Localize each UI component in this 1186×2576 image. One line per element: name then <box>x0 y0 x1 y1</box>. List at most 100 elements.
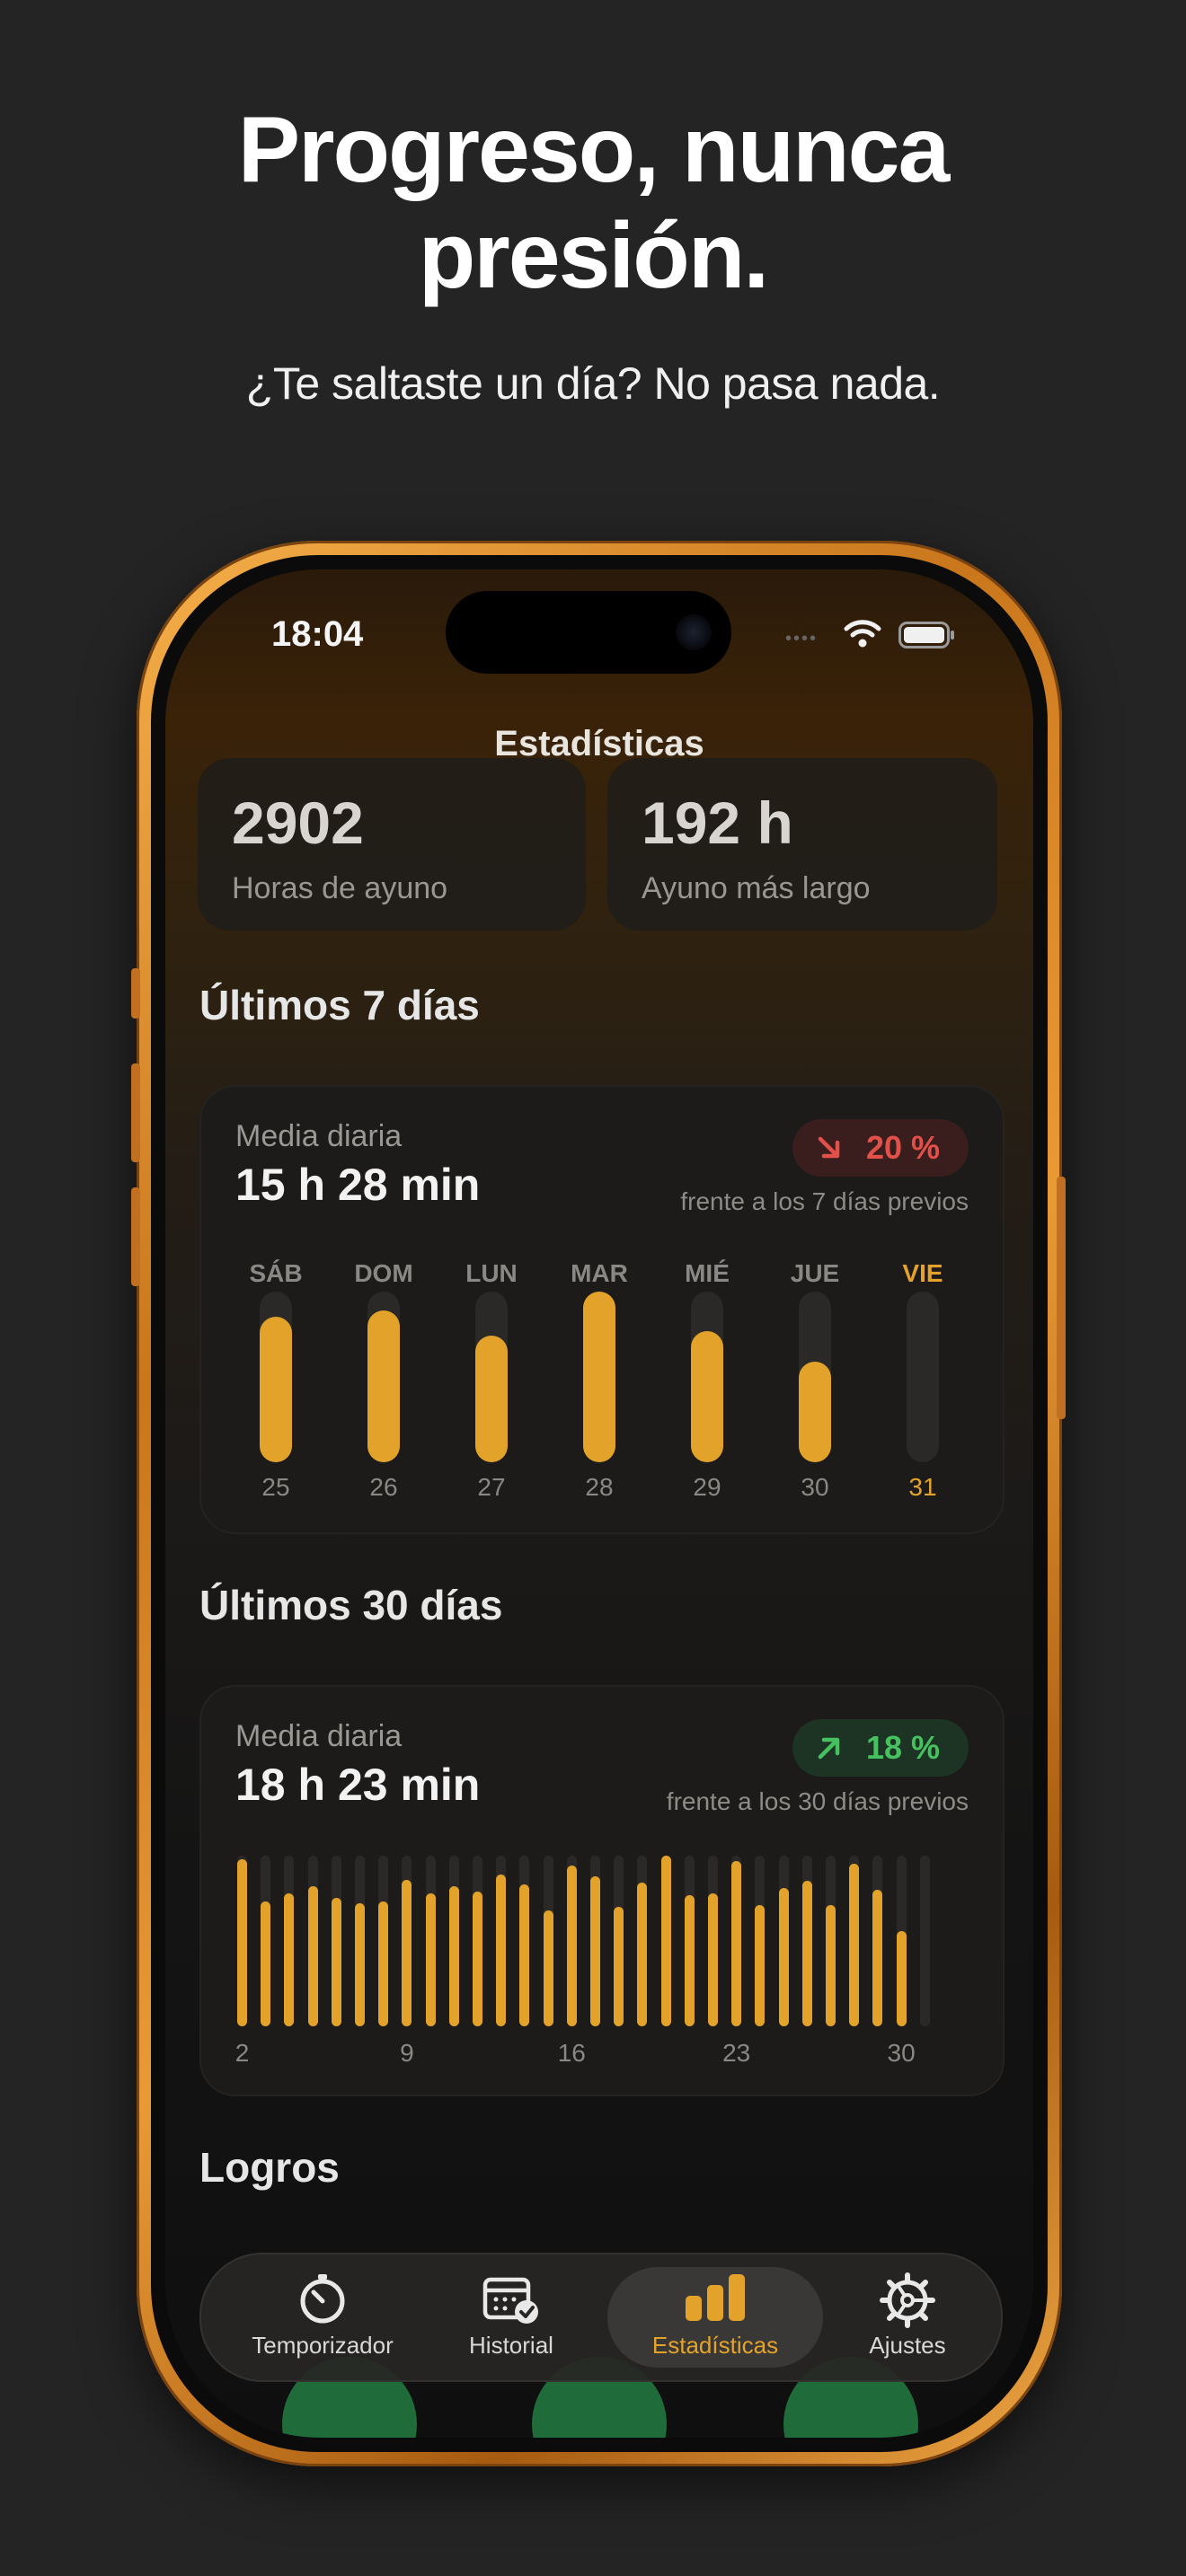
tab-label: Temporizador <box>252 2332 394 2359</box>
month-bar-fill <box>731 1861 742 2026</box>
month-bar-fill <box>566 1866 577 2026</box>
month-bar-fill <box>896 1931 907 2026</box>
tab-label: Estadísticas <box>651 2332 779 2359</box>
week-bar-fill <box>799 1362 831 1462</box>
month-average-value: 18 h 23 min <box>235 1760 481 1810</box>
week-day-label: MIÉ <box>685 1259 730 1287</box>
month-bar-fill <box>849 1864 860 2026</box>
month-bar-fill <box>378 1901 389 2026</box>
tab-bar: Temporizador Historial Estadísticas Ajus… <box>199 2253 1003 2382</box>
month-bar[interactable] <box>778 1856 789 2026</box>
tab-label: Historial <box>469 2332 553 2359</box>
section-title-achievements: Logros <box>199 2144 340 2191</box>
month-bar[interactable] <box>402 1856 412 2026</box>
month-average-label: Media diaria <box>235 1719 403 1753</box>
month-bar[interactable] <box>849 1856 860 2026</box>
promo-subhead: ¿Te saltaste un día? No pasa nada. <box>245 358 941 409</box>
month-bar[interactable] <box>519 1856 530 2026</box>
month-bar[interactable] <box>448 1856 459 2026</box>
month-bar-fill <box>448 1886 459 2026</box>
week-trend-value: 20 % <box>866 1129 941 1166</box>
month-bar[interactable] <box>543 1856 553 2026</box>
stat-card-longest-fast: 192 h Ayuno más largo <box>607 758 997 931</box>
month-bar-fill <box>355 1903 365 2026</box>
stat-label: Horas de ayuno <box>232 871 448 905</box>
month-trend-value: 18 % <box>866 1729 941 1766</box>
month-bar[interactable] <box>919 1856 930 2026</box>
month-bar-fill <box>519 1884 530 2026</box>
week-date-label: 25 <box>261 1473 290 1501</box>
month-bar[interactable] <box>284 1856 295 2026</box>
week-day-label: VIE <box>902 1259 943 1287</box>
month-stats-card: Media diaria 18 h 23 min 18 % frente a l… <box>199 1685 1005 2096</box>
week-bar[interactable] <box>691 1292 723 1462</box>
month-axis-label: 9 <box>400 2039 414 2067</box>
month-bar[interactable] <box>755 1856 766 2026</box>
month-bar[interactable] <box>637 1856 648 2026</box>
promo-headline: Progreso, nunca presión. <box>0 97 1186 309</box>
month-axis-label: 30 <box>887 2039 916 2067</box>
tab-label: Ajustes <box>869 2332 946 2359</box>
month-bar-fill <box>826 1905 836 2026</box>
week-date-label: 27 <box>477 1473 506 1501</box>
page-title: Estadísticas <box>494 724 704 763</box>
month-bar[interactable] <box>872 1856 883 2026</box>
week-day-label: LUN <box>465 1259 518 1287</box>
month-bar[interactable] <box>660 1856 671 2026</box>
month-bar-fill <box>496 1875 507 2026</box>
week-day-label: MAR <box>571 1259 628 1287</box>
month-bar[interactable] <box>684 1856 695 2026</box>
month-bar[interactable] <box>614 1856 624 2026</box>
week-bar[interactable] <box>475 1292 508 1462</box>
month-bar[interactable] <box>801 1856 812 2026</box>
week-date-label: 26 <box>369 1473 398 1501</box>
month-bar[interactable] <box>496 1856 507 2026</box>
month-bar-fill <box>660 1856 671 2026</box>
week-bar[interactable] <box>799 1292 831 1462</box>
month-bar[interactable] <box>237 1856 247 2026</box>
month-bar[interactable] <box>425 1856 436 2026</box>
week-bar[interactable] <box>907 1292 939 1462</box>
month-bar[interactable] <box>378 1856 389 2026</box>
power-button <box>1057 1177 1066 1419</box>
month-bar[interactable] <box>896 1856 907 2026</box>
phone-screen: 18:04 •••• 2902 Horas de ayuno 192 h Ayu… <box>165 569 1033 2438</box>
month-bar-fill <box>425 1893 436 2026</box>
status-time: 18:04 <box>271 614 364 654</box>
week-bar[interactable] <box>583 1292 615 1462</box>
month-bar-fill <box>237 1859 247 2026</box>
section-title-month: Últimos 30 días <box>199 1582 503 1628</box>
tab-statistics[interactable]: Estadísticas <box>607 2267 823 2368</box>
week-day-label: DOM <box>354 1259 413 1287</box>
month-bar[interactable] <box>590 1856 600 2026</box>
week-day-label: JUE <box>790 1259 840 1287</box>
arrow-down-right-icon <box>818 1136 840 1159</box>
month-bar[interactable] <box>355 1856 365 2026</box>
tab-history[interactable]: Historial <box>426 2267 597 2368</box>
arrow-up-right-icon <box>818 1737 840 1760</box>
month-bar-fill <box>778 1888 789 2026</box>
month-bar-fill <box>284 1893 295 2026</box>
week-average-value: 15 h 28 min <box>235 1160 481 1210</box>
tab-settings[interactable]: Ajustes <box>836 2267 979 2368</box>
month-bar[interactable] <box>731 1856 742 2026</box>
week-bar[interactable] <box>367 1292 400 1462</box>
week-bar-fill <box>583 1292 615 1462</box>
week-date-label: 29 <box>693 1473 721 1501</box>
month-compare-text: frente a los 30 días previos <box>666 1787 969 1815</box>
month-bar[interactable] <box>826 1856 836 2026</box>
month-bar[interactable] <box>566 1856 577 2026</box>
month-trend-badge: 18 % <box>792 1719 969 1777</box>
stat-card-total-hours: 2902 Horas de ayuno <box>198 758 586 931</box>
month-bar[interactable] <box>261 1856 271 2026</box>
camera-icon <box>676 614 712 650</box>
week-bar[interactable] <box>260 1292 292 1462</box>
month-bar[interactable] <box>331 1856 341 2026</box>
month-bar[interactable] <box>708 1856 718 2026</box>
tab-timer[interactable]: Temporizador <box>228 2267 417 2368</box>
week-stats-card: Media diaria 15 h 28 min 20 % frente a l… <box>199 1085 1005 1534</box>
month-bar-fill <box>755 1905 766 2026</box>
month-bar[interactable] <box>307 1856 318 2026</box>
week-date-label: 30 <box>801 1473 829 1501</box>
month-bar[interactable] <box>473 1856 482 2026</box>
